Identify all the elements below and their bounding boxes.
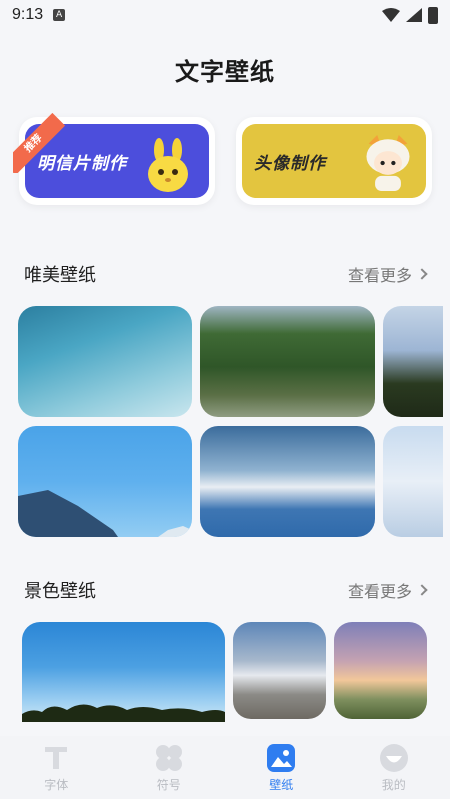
wallpaper-thumbnail[interactable] bbox=[200, 306, 375, 417]
cat-hood-mascot-icon bbox=[366, 135, 410, 191]
mountain-silhouette bbox=[18, 490, 192, 537]
avatar-banner-label: 头像制作 bbox=[254, 153, 326, 174]
chevron-right-icon bbox=[416, 268, 428, 280]
nav-item-font[interactable]: 字体 bbox=[0, 736, 113, 799]
wallpaper-thumbnail[interactable] bbox=[383, 306, 443, 417]
app-screen: 9:13 A 文字壁纸 明信片制作 推荐 头像制作 唯美壁纸 查看更多 景色壁纸… bbox=[0, 0, 450, 799]
chevron-right-icon bbox=[416, 584, 428, 596]
bunny-mascot-icon bbox=[148, 138, 188, 192]
wifi-icon bbox=[382, 8, 400, 22]
avatar-banner-inner: 头像制作 bbox=[242, 124, 426, 198]
notification-a-icon: A bbox=[53, 9, 66, 21]
signal-icon bbox=[406, 8, 422, 22]
wallpaper-thumbnail[interactable] bbox=[22, 622, 225, 722]
font-t-icon bbox=[45, 746, 68, 769]
page-title: 文字壁纸 bbox=[175, 58, 275, 86]
bottom-navigation: 字体 符号 壁纸 我的 bbox=[0, 736, 450, 799]
nav-label-font: 字体 bbox=[44, 777, 69, 792]
see-more-label: 查看更多 bbox=[347, 266, 412, 285]
nav-item-symbol[interactable]: 符号 bbox=[113, 736, 226, 799]
section-header-scenery: 景色壁纸 查看更多 bbox=[0, 575, 450, 605]
nav-label-symbol: 符号 bbox=[156, 777, 181, 792]
treeline-silhouette bbox=[22, 704, 225, 722]
recommend-ribbon-label: 推荐 bbox=[13, 113, 66, 173]
see-more-label: 查看更多 bbox=[347, 582, 412, 601]
avatar-maker-banner[interactable]: 头像制作 bbox=[236, 117, 432, 205]
nav-label-profile: 我的 bbox=[381, 777, 406, 792]
image-icon bbox=[267, 743, 296, 772]
status-time: 9:13 bbox=[12, 6, 44, 23]
section-title-scenery: 景色壁纸 bbox=[24, 581, 96, 602]
nav-item-wallpaper[interactable]: 壁纸 bbox=[225, 736, 338, 799]
recommend-ribbon: 推荐 bbox=[13, 113, 73, 173]
status-icons bbox=[382, 6, 438, 24]
wallpaper-thumbnail[interactable] bbox=[18, 306, 192, 417]
section-title-beautiful: 唯美壁纸 bbox=[24, 265, 96, 286]
nav-label-wallpaper: 壁纸 bbox=[269, 777, 294, 792]
battery-icon bbox=[428, 6, 438, 24]
wallpaper-thumbnail[interactable] bbox=[383, 426, 443, 537]
wallpaper-thumbnail[interactable] bbox=[233, 622, 326, 719]
profile-icon bbox=[379, 743, 408, 772]
status-bar: 9:13 A bbox=[0, 0, 450, 30]
wallpaper-thumbnail[interactable] bbox=[334, 622, 427, 719]
see-more-scenery-link[interactable]: 查看更多 bbox=[347, 578, 428, 602]
nav-item-profile[interactable]: 我的 bbox=[338, 736, 450, 799]
wallpaper-thumbnail[interactable] bbox=[200, 426, 375, 537]
section-header-beautiful: 唯美壁纸 查看更多 bbox=[0, 259, 450, 289]
clover-icon bbox=[155, 744, 182, 771]
wallpaper-thumbnail[interactable] bbox=[18, 426, 192, 537]
see-more-beautiful-link[interactable]: 查看更多 bbox=[347, 262, 428, 286]
